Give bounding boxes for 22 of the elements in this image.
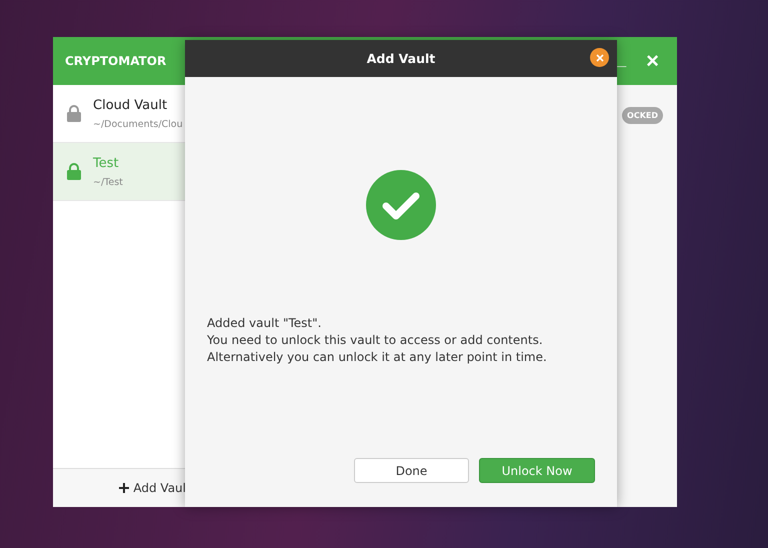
padlock-icon (67, 163, 81, 180)
vault-name: Test (93, 156, 120, 170)
vault-name: Cloud Vault (93, 98, 168, 112)
message-text: You need to unlock this vault to access or add contents. (207, 333, 544, 347)
plus-icon (119, 483, 130, 493)
close-button[interactable] (590, 48, 609, 67)
status-badge: OCKED (622, 107, 663, 124)
vault-list-item[interactable]: Test ~/Test (53, 143, 186, 201)
app-title: CRYPTOMATOR (65, 54, 166, 68)
checkmark-icon (366, 170, 436, 240)
vault-path: ~/Documents/Clou (93, 118, 183, 130)
unlock-now-button[interactable]: Unlock Now (479, 458, 595, 483)
padlock-icon (67, 105, 81, 122)
vault-path: ~/Test (93, 176, 123, 188)
minimize-button[interactable]: _ (611, 53, 632, 69)
message-text: Added vault "Test". (207, 316, 322, 330)
close-button[interactable]: × (640, 50, 665, 72)
add-vault-button[interactable]: Add Vaul (119, 481, 186, 495)
done-button[interactable]: Done (354, 458, 469, 483)
close-icon (596, 54, 604, 62)
dialog-title: Add Vault (366, 51, 436, 66)
message-text: Alternatively you can unlock it at any later point in time. (207, 350, 548, 364)
